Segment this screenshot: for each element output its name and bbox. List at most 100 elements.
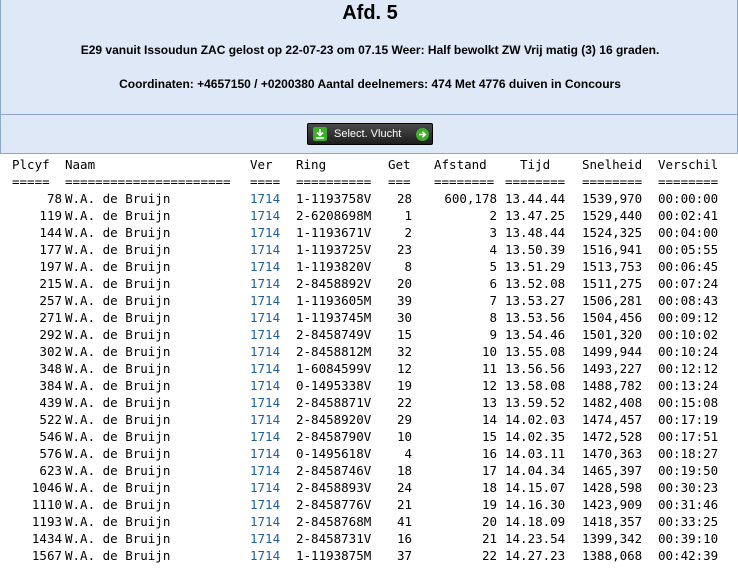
cell-naam: W.A. de Bruijn — [65, 361, 171, 376]
cell-verschil: 00:00:00 — [658, 191, 719, 206]
cell-naam: W.A. de Bruijn — [65, 259, 171, 274]
table-row: 292 W.A. de Bruijn 1714 2-8458749V 15 9 13.54.… — [0, 326, 738, 343]
cell-snelheid: 1504,456 — [582, 310, 643, 325]
cell-ver[interactable]: 1714 — [250, 377, 280, 394]
cell-plcyf: 292 — [39, 327, 62, 342]
cell-ver[interactable]: 1714 — [250, 411, 280, 428]
cell-tijd: 14.16.30 — [505, 497, 566, 512]
cell-plcyf: 1567 — [31, 548, 62, 563]
table-row: 78 W.A. de Bruijn 1714 1-1193758V 28 600,178 1… — [0, 190, 738, 207]
cell-tijd: 14.02.03 — [505, 412, 566, 427]
cell-ver[interactable]: 1714 — [250, 496, 280, 513]
cell-tijd: 14.15.07 — [505, 480, 566, 495]
cell-tijd: 13.53.27 — [505, 293, 566, 308]
cell-plcyf: 348 — [39, 361, 62, 376]
cell-ver[interactable]: 1714 — [250, 530, 280, 547]
cell-verschil: 00:07:24 — [658, 276, 719, 291]
cell-ring: 2-8458893V — [296, 480, 372, 495]
cell-verschil: 00:10:24 — [658, 344, 719, 359]
cell-naam: W.A. de Bruijn — [65, 327, 171, 342]
table-row: 439 W.A. de Bruijn 1714 2-8458871V 22 13 13.59… — [0, 394, 738, 411]
table-row: 546 W.A. de Bruijn 1714 2-8458790V 10 15 14.02… — [0, 428, 738, 445]
cell-ver[interactable]: 1714 — [250, 343, 280, 360]
col-header-afstand: Afstand — [434, 157, 487, 172]
select-flight-label: Select. Vlucht — [334, 128, 402, 140]
col-header-ver: Ver — [250, 157, 273, 172]
cell-ver[interactable]: 1714 — [250, 292, 280, 309]
cell-ring: 2-8458812M — [296, 344, 372, 359]
cell-get: 18 — [396, 463, 412, 478]
table-row: 1193 W.A. de Bruijn 1714 2-8458768M 41 20 14.1… — [0, 513, 738, 530]
cell-afstand: 22 — [481, 548, 497, 563]
cell-ver[interactable]: 1714 — [250, 275, 280, 292]
cell-tijd: 13.55.08 — [505, 344, 566, 359]
cell-ver[interactable]: 1714 — [250, 309, 280, 326]
cell-plcyf: 271 — [39, 310, 62, 325]
table-row: 271 W.A. de Bruijn 1714 1-1193745M 30 8 13.53.… — [0, 309, 738, 326]
cell-verschil: 00:39:10 — [658, 531, 719, 546]
toolbar: Select. Vlucht — [0, 114, 738, 154]
cell-ver[interactable]: 1714 — [250, 207, 280, 224]
cell-afstand: 20 — [481, 514, 497, 529]
cell-ring: 0-1495338V — [296, 378, 372, 393]
cell-verschil: 00:30:23 — [658, 480, 719, 495]
cell-get: 23 — [396, 242, 412, 257]
cell-afstand: 12 — [481, 378, 497, 393]
cell-ver[interactable]: 1714 — [250, 326, 280, 343]
table-row: 522 W.A. de Bruijn 1714 2-8458920V 29 14 14.02… — [0, 411, 738, 428]
separator-ring: ========== — [296, 174, 372, 189]
cell-plcyf: 302 — [39, 344, 62, 359]
cell-tijd: 13.48.44 — [505, 225, 566, 240]
cell-get: 12 — [396, 361, 412, 376]
cell-ring: 1-1193725V — [296, 242, 372, 257]
cell-plcyf: 144 — [39, 225, 62, 240]
separator-ver: ==== — [250, 174, 281, 189]
cell-verschil: 00:13:24 — [658, 378, 719, 393]
cell-ver[interactable]: 1714 — [250, 258, 280, 275]
cell-get: 10 — [396, 429, 412, 444]
col-header-tijd: Tijd — [520, 157, 551, 172]
table-row: 257 W.A. de Bruijn 1714 1-1193605M 39 7 13.53.… — [0, 292, 738, 309]
cell-verschil: 00:18:27 — [658, 446, 719, 461]
cell-tijd: 13.51.29 — [505, 259, 566, 274]
cell-tijd: 13.50.39 — [505, 242, 566, 257]
cell-snelheid: 1524,325 — [582, 225, 643, 240]
cell-get: 32 — [396, 344, 412, 359]
table-header: Plcyf Naam Ver Ring Get Afstand Tijd Sne… — [0, 155, 738, 175]
cell-ver[interactable]: 1714 — [250, 241, 280, 258]
page-title: Afd. 5 — [342, 2, 398, 24]
table-row: 623 W.A. de Bruijn 1714 2-8458746V 18 17 14.04… — [0, 462, 738, 479]
cell-naam: W.A. de Bruijn — [65, 225, 171, 240]
cell-snelheid: 1513,753 — [582, 259, 643, 274]
cell-afstand: 11 — [481, 361, 497, 376]
table-row: 1046 W.A. de Bruijn 1714 2-8458893V 24 18 14.1… — [0, 479, 738, 496]
cell-ver[interactable]: 1714 — [250, 190, 280, 207]
col-header-get: Get — [388, 157, 411, 172]
cell-verschil: 00:08:43 — [658, 293, 719, 308]
cell-snelheid: 1506,281 — [582, 293, 643, 308]
cell-ver[interactable]: 1714 — [250, 547, 280, 564]
cell-ver[interactable]: 1714 — [250, 224, 280, 241]
table-row: 144 W.A. de Bruijn 1714 1-1193671V 2 3 13.48.4… — [0, 224, 738, 241]
cell-snelheid: 1516,941 — [582, 242, 643, 257]
select-flight-button[interactable]: Select. Vlucht — [307, 123, 433, 145]
cell-get: 24 — [396, 480, 412, 495]
cell-snelheid: 1472,528 — [582, 429, 643, 444]
cell-ver[interactable]: 1714 — [250, 360, 280, 377]
cell-verschil: 00:04:00 — [658, 225, 719, 240]
cell-tijd: 14.03.11 — [505, 446, 566, 461]
cell-plcyf: 177 — [39, 242, 62, 257]
table-row: 1567 W.A. de Bruijn 1714 1-1193875M 37 22 14.2… — [0, 547, 738, 564]
cell-naam: W.A. de Bruijn — [65, 412, 171, 427]
cell-ver[interactable]: 1714 — [250, 428, 280, 445]
cell-ver[interactable]: 1714 — [250, 462, 280, 479]
cell-ver[interactable]: 1714 — [250, 513, 280, 530]
cell-ver[interactable]: 1714 — [250, 445, 280, 462]
cell-snelheid: 1499,944 — [582, 344, 643, 359]
cell-ring: 2-8458746V — [296, 463, 372, 478]
cell-ver[interactable]: 1714 — [250, 394, 280, 411]
cell-tijd: 13.52.08 — [505, 276, 566, 291]
cell-ver[interactable]: 1714 — [250, 479, 280, 496]
cell-naam: W.A. de Bruijn — [65, 293, 171, 308]
cell-ring: 2-8458749V — [296, 327, 372, 342]
